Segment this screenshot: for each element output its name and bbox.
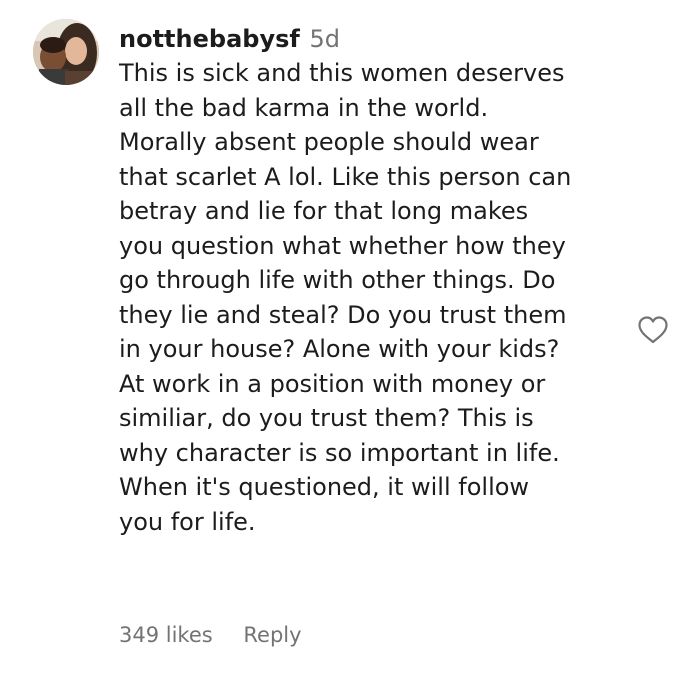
comment-line: that scarlet A lol. Like this person can bbox=[119, 162, 572, 191]
comment-content: notthebabysf 5d This is sick and this wo… bbox=[119, 22, 629, 539]
comment-line: they lie and steal? Do you trust them bbox=[119, 300, 567, 329]
heart-outline-icon bbox=[638, 316, 668, 344]
comment-actions: 349 likes Reply bbox=[119, 618, 302, 652]
comment-line: similiar, do you trust them? This is bbox=[119, 404, 534, 432]
comment-line: Morally absent people should wear bbox=[119, 128, 539, 156]
comment-line: why character is so important in life. bbox=[119, 438, 560, 467]
like-button[interactable] bbox=[637, 315, 669, 345]
comment-line: betray and lie for that long makes bbox=[119, 197, 529, 225]
username[interactable]: notthebabysf bbox=[119, 25, 300, 53]
comment-line: you for life. bbox=[119, 507, 256, 536]
comment-line: go through life with other things. Do bbox=[119, 266, 556, 294]
likes-count[interactable]: 349 likes bbox=[119, 623, 213, 647]
timestamp: 5d bbox=[309, 25, 340, 53]
comment-line: This is sick and this women deserves bbox=[119, 59, 565, 87]
comment-line: At work in a position with money or bbox=[119, 369, 546, 398]
comment: notthebabysf 5d This is sick and this wo… bbox=[0, 0, 700, 680]
comment-line: When it's questioned, it will follow bbox=[119, 473, 530, 501]
comment-line: all the bad karma in the world. bbox=[119, 93, 489, 122]
avatar[interactable] bbox=[33, 19, 99, 85]
comment-text: This is sick and this women deserves all… bbox=[119, 56, 629, 539]
comment-line: in your house? Alone with your kids? bbox=[119, 335, 560, 363]
reply-button[interactable]: Reply bbox=[243, 623, 301, 647]
comment-line: you question what whether how they bbox=[119, 231, 566, 260]
avatar-image bbox=[33, 19, 99, 85]
comment-header: notthebabysf 5d bbox=[119, 22, 629, 56]
